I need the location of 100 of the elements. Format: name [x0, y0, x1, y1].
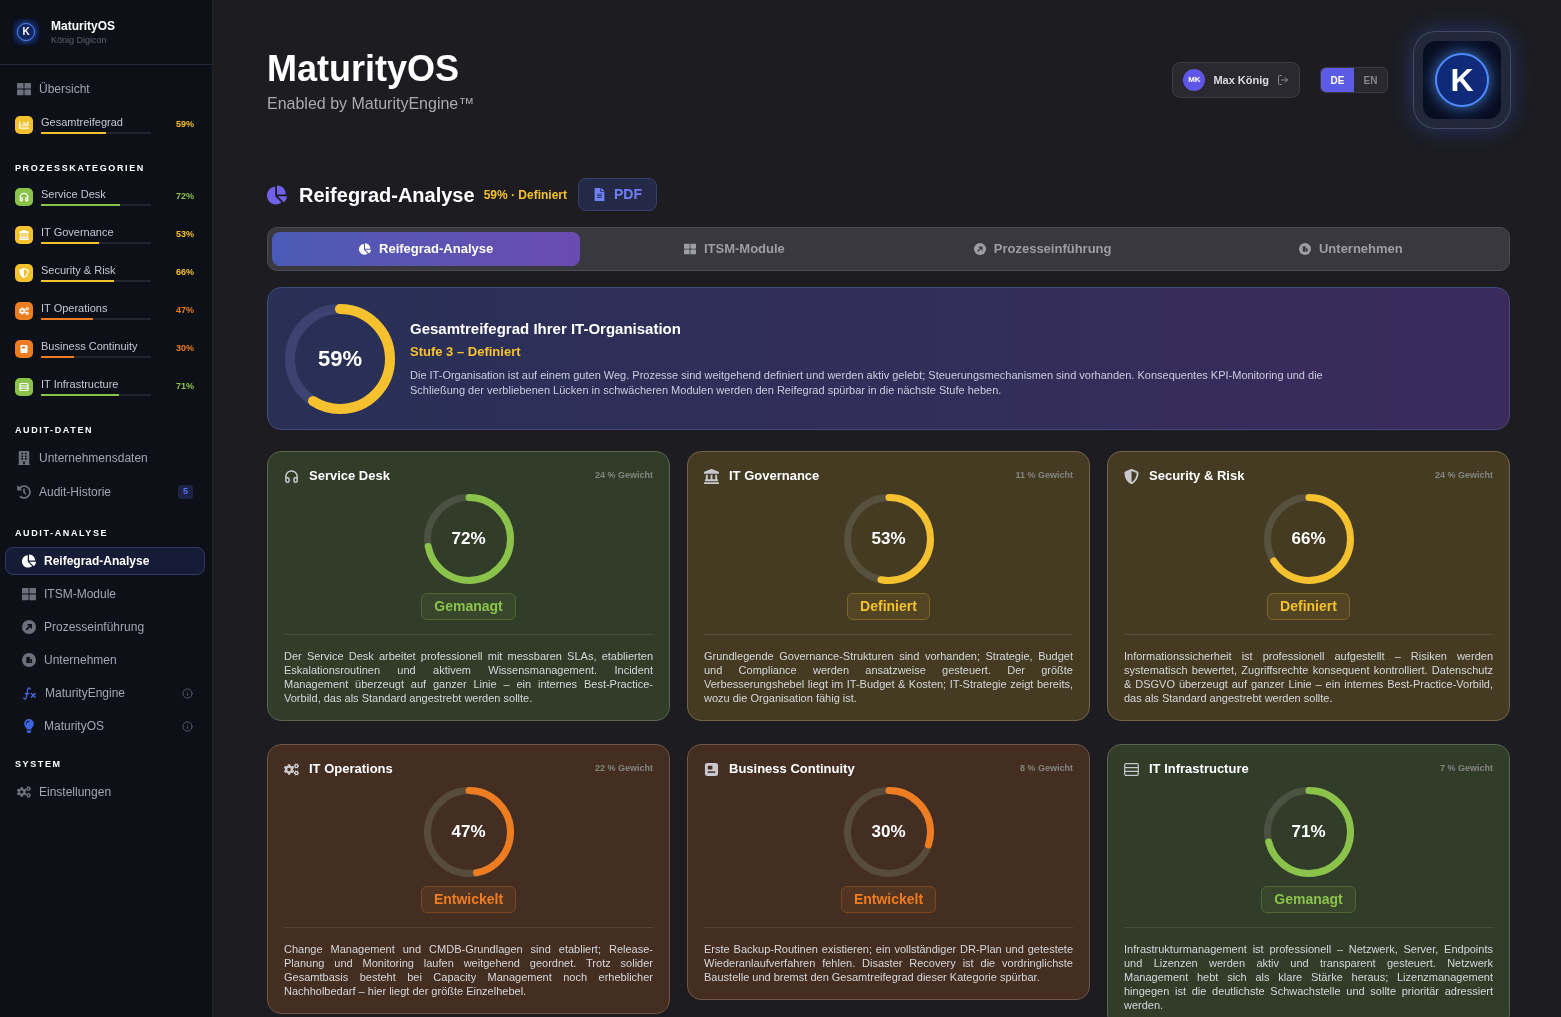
section-status: 59% · Definiert — [483, 186, 567, 204]
nav-item[interactable]: Unternehmen — [5, 646, 205, 674]
weight-label: 24 % Gewicht — [1434, 469, 1493, 483]
percent-value: 47% — [176, 304, 194, 318]
pdf-button[interactable]: PDF — [578, 178, 657, 211]
section-heading: PROZESSKATEGORIEN — [14, 162, 146, 175]
building-icon — [17, 451, 31, 465]
summary-level: Stufe 3 – Definiert — [410, 343, 522, 360]
tab[interactable]: Unternehmen — [1196, 232, 1505, 266]
language-option[interactable]: DE — [1321, 68, 1354, 92]
tab[interactable]: ITSM-Module — [580, 232, 889, 266]
category-item[interactable]: Gesamtreifegrad 59% — [0, 106, 212, 144]
percent-value: 72% — [176, 190, 194, 204]
score-value: 53% — [871, 528, 906, 551]
function-icon — [22, 685, 37, 701]
score-value: 66% — [1291, 528, 1326, 551]
nav-item[interactable]: MaturityOS — [5, 712, 205, 740]
gears-icon — [17, 785, 31, 799]
grid-icon — [683, 243, 696, 255]
card-title: IT Operations — [309, 760, 393, 779]
history-icon — [17, 485, 31, 499]
logout-icon[interactable] — [1277, 74, 1289, 86]
info-icon[interactable] — [182, 720, 193, 732]
file-icon — [593, 188, 606, 201]
gears-icon — [284, 761, 299, 777]
pie-chart-icon — [359, 243, 372, 255]
percent-value: 30% — [176, 342, 194, 356]
card-title: Security & Risk — [1149, 467, 1245, 486]
card-title: Business Continuity — [729, 760, 855, 779]
card-description: Grundlegende Governance-Strukturen sind vorhanden; Strategie, Budget und Compliance werden ansatzweise gesteuert. Der größte Verbesserungshebel liegt im IT-Budget & Kosten; IT-Strategie zeigt bereits, wozu die Organisation fähig ist. — [704, 649, 1073, 705]
weight-label: 7 % Gewicht — [1440, 762, 1493, 776]
category-item[interactable]: Service Desk 72% — [0, 178, 212, 216]
section-heading: AUDIT-DATEN — [14, 424, 95, 437]
maturity-level-tag: Definiert — [847, 593, 930, 620]
percent-value: 71% — [176, 380, 194, 394]
card-title: IT Governance — [729, 467, 820, 486]
document-icon — [704, 761, 719, 777]
card-description: Der Service Desk arbeitet professionell mit messbaren SLAs, etablierten Eskalationsroutinen und aktivem Wissensmanagement. Incident Management überzeugt auf ganzer Linie – ein internes Best-Practice-Vorbild, das als Standard angestrebt werden sollte. — [284, 649, 653, 705]
weight-label: 11 % Gewicht — [1015, 469, 1073, 483]
grid-icon — [17, 82, 31, 96]
category-item[interactable]: IT Operations 47% — [0, 292, 212, 330]
card-description: Informationssicherheit ist professionell aufgestellt – Risiken werden systematisch bewertet, Zugriffsrechte konsequent kontrolliert. Datenschutz & DSGVO überzeugt auf ganzer Linie – ein internes Best-Practice-Vorbild, das als Standard angestrebt werden sollte. — [1124, 649, 1493, 705]
maturity-level-tag: Gemanagt — [1261, 886, 1356, 913]
headphones-icon — [284, 468, 299, 484]
server-icon — [1124, 761, 1139, 777]
nav-item[interactable]: Prozesseinführung — [5, 613, 205, 641]
tab[interactable]: Reifegrad-Analyse — [272, 232, 581, 266]
category-item[interactable]: IT Governance 53% — [0, 216, 212, 254]
weight-label: 24 % Gewicht — [594, 469, 653, 483]
nav-item[interactable]: ITSM-Module — [5, 580, 205, 608]
tab[interactable]: Prozesseinführung — [888, 232, 1197, 266]
category-item[interactable]: IT Infrastructure 71% — [0, 368, 212, 406]
maturity-level-tag: Definiert — [1267, 593, 1350, 620]
grid-icon — [22, 587, 36, 601]
maturity-level-tag: Entwickelt — [840, 886, 937, 913]
score-value: 72% — [451, 528, 486, 551]
lightbulb-icon — [22, 719, 36, 733]
maturity-level-tag: Gemanagt — [421, 593, 516, 620]
app-subtitle: Enabled by MaturityEngine™ — [267, 94, 475, 114]
nav-item[interactable]: Reifegrad-Analyse — [5, 547, 205, 575]
score-value: 71% — [1291, 821, 1326, 844]
nav-item[interactable]: MaturityEngine — [5, 679, 205, 707]
brand-subtitle: König Digicon — [51, 33, 108, 46]
count-badge: 5 — [178, 485, 193, 499]
language-option[interactable]: EN — [1354, 68, 1387, 92]
card-description: Change Management und CMDB-Grundlagen sind etabliert; Release-Planung und Monitoring laufen weitgehend geordnet. Trotz solider Gesamtbasis besteht bei Capacity Management noch erheblicher Nachholbedarf – hier liegt der größte Einzelhebel. — [284, 942, 653, 998]
arrow-circle-icon — [22, 620, 36, 634]
weight-label: 8 % Gewicht — [1020, 762, 1073, 776]
logo-emblem: K — [1435, 53, 1489, 107]
percent-value: 53% — [176, 228, 194, 242]
nav-item[interactable]: Einstellungen — [0, 775, 212, 809]
maturity-level-tag: Entwickelt — [420, 886, 517, 913]
card-title: IT Infrastructure — [1149, 760, 1249, 779]
building-circle-icon — [1298, 243, 1311, 255]
arrow-circle-icon — [973, 243, 986, 255]
score-value: 59% — [317, 345, 362, 373]
shield-icon — [1124, 468, 1139, 484]
nav-item[interactable]: Unternehmensdaten — [0, 441, 212, 475]
user-menu[interactable]: MK Max König — [1172, 62, 1300, 98]
section-heading: SYSTEM — [14, 758, 63, 771]
info-icon[interactable] — [182, 687, 193, 699]
nav-item[interactable]: Audit-Historie 5 — [0, 475, 212, 509]
building-circle-icon — [22, 653, 36, 667]
landmark-icon — [704, 468, 719, 484]
category-item[interactable]: Security & Risk 66% — [0, 254, 212, 292]
summary-description: Die IT-Organisation ist auf einem guten Weg. Prozesse sind weitgehend definiert und werden aktiv gelebt; Steuerungsmechanismen sind vorhanden. Konsequentes KPI-Monitoring und die Schließung der verbliebenen Lücken in schwächeren Modulen werden den Reifegrad spürbar in die nächste Stufe heben. — [410, 367, 1324, 398]
section-heading: AUDIT-ANALYSE — [14, 527, 110, 540]
card-description: Erste Backup-Routinen existieren; ein vollständiger DR-Plan und getestete Wiederanlaufverfahren fehlen. Disaster Recovery ist die vordringlichste Baustelle und bremst den Gesamtreifegrad dieser Kategorie spürbar. — [704, 942, 1073, 984]
nav-item[interactable]: Übersicht — [0, 72, 212, 106]
card-title: Service Desk — [309, 467, 390, 486]
app-title: MaturityOS — [267, 47, 461, 91]
logo-emblem: K — [17, 23, 35, 41]
card-description: Infrastrukturmanagement ist professionell – Netzwerk, Server, Endpoints und Lizenzen werden aktiv und transparent gesteuert. Netzwerk Management hebt sich als klare Stärke heraus; Lizenzmanagement hingegen ist die deutlichste Schwachstelle und sollte prioritär adressiert werden. — [1124, 942, 1493, 1012]
brand-name: MaturityOS — [51, 18, 115, 34]
pie-chart-icon — [22, 554, 36, 568]
category-item[interactable]: Business Continuity 30% — [0, 330, 212, 368]
score-value: 47% — [451, 821, 486, 844]
section-title: Reifegrad-Analyse — [299, 182, 475, 208]
score-value: 30% — [871, 821, 906, 844]
pie-chart-icon — [267, 184, 287, 205]
